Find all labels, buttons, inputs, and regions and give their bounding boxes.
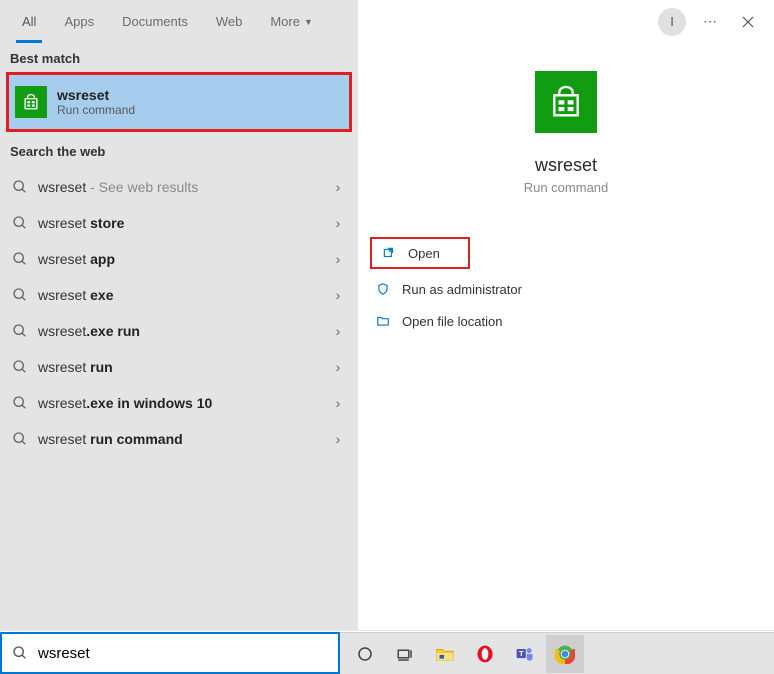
search-icon	[12, 179, 28, 195]
opera-icon	[475, 644, 495, 664]
best-match-subtitle: Run command	[57, 103, 135, 117]
search-input[interactable]	[38, 645, 328, 662]
taskbar-chrome[interactable]	[546, 635, 584, 673]
store-icon	[535, 71, 597, 133]
search-icon	[12, 395, 28, 411]
taskbar-explorer[interactable]	[426, 635, 464, 673]
tab-all[interactable]: All	[8, 0, 50, 43]
tab-apps[interactable]: Apps	[50, 0, 108, 43]
chevron-right-icon: ›	[330, 179, 346, 195]
web-result[interactable]: wsreset.exe in windows 10 ›	[0, 385, 358, 421]
search-icon	[12, 431, 28, 447]
chevron-right-icon: ›	[330, 323, 346, 339]
svg-text:T: T	[519, 649, 524, 658]
open-location-action[interactable]: Open file location	[366, 305, 766, 337]
search-icon	[12, 287, 28, 303]
folder-icon	[434, 643, 456, 665]
chevron-right-icon: ›	[330, 287, 346, 303]
ellipsis-icon: ⋯	[703, 13, 717, 30]
web-result[interactable]: wsreset.exe run ›	[0, 313, 358, 349]
chevron-down-icon: ▼	[304, 17, 313, 27]
open-label: Open	[408, 246, 440, 261]
tab-more[interactable]: More▼	[256, 0, 327, 43]
search-icon	[12, 251, 28, 267]
best-match-result[interactable]: wsreset Run command	[6, 72, 352, 132]
taskview-icon	[396, 645, 414, 663]
web-result[interactable]: wsreset run command ›	[0, 421, 358, 457]
store-icon	[15, 86, 47, 118]
web-results-list: wsreset - See web results › wsreset stor…	[0, 165, 358, 461]
taskbar: T	[340, 632, 774, 674]
folder-icon	[374, 312, 392, 330]
chevron-right-icon: ›	[330, 395, 346, 411]
cortana-icon	[356, 645, 374, 663]
open-icon	[380, 244, 398, 262]
chevron-right-icon: ›	[330, 431, 346, 447]
tab-web[interactable]: Web	[202, 0, 257, 43]
chevron-right-icon: ›	[330, 251, 346, 267]
web-result[interactable]: wsreset - See web results ›	[0, 169, 358, 205]
search-web-header: Search the web	[0, 136, 358, 165]
shield-icon	[374, 280, 392, 298]
taskbar-teams[interactable]: T	[506, 635, 544, 673]
best-match-header: Best match	[0, 43, 358, 72]
web-result[interactable]: wsreset exe ›	[0, 277, 358, 313]
open-action[interactable]: Open	[370, 237, 470, 269]
close-button[interactable]	[730, 6, 766, 38]
web-result[interactable]: wsreset app ›	[0, 241, 358, 277]
taskbar-taskview[interactable]	[386, 635, 424, 673]
web-result[interactable]: wsreset run ›	[0, 349, 358, 385]
account-avatar[interactable]: I	[654, 6, 690, 38]
run-admin-label: Run as administrator	[402, 282, 522, 297]
search-icon	[12, 359, 28, 375]
search-box[interactable]	[0, 632, 340, 674]
search-icon	[12, 215, 28, 231]
run-admin-action[interactable]: Run as administrator	[366, 273, 766, 305]
chrome-icon	[555, 644, 575, 664]
tab-documents[interactable]: Documents	[108, 0, 202, 43]
detail-subtitle: Run command	[524, 180, 609, 195]
taskbar-opera[interactable]	[466, 635, 504, 673]
best-match-title: wsreset	[57, 87, 135, 103]
search-detail-panel: I ⋯ wsreset Run command	[358, 0, 774, 630]
search-left-panel: All Apps Documents Web More▼ Best match	[0, 0, 358, 630]
filter-tabs: All Apps Documents Web More▼	[0, 0, 358, 43]
teams-icon: T	[515, 644, 535, 664]
more-options-button[interactable]: ⋯	[692, 6, 728, 38]
web-result[interactable]: wsreset store ›	[0, 205, 358, 241]
open-location-label: Open file location	[402, 314, 502, 329]
detail-title: wsreset	[535, 155, 597, 176]
chevron-right-icon: ›	[330, 215, 346, 231]
search-icon	[12, 645, 28, 661]
search-icon	[12, 323, 28, 339]
chevron-right-icon: ›	[330, 359, 346, 375]
taskbar-cortana[interactable]	[346, 635, 384, 673]
close-icon	[742, 16, 754, 28]
